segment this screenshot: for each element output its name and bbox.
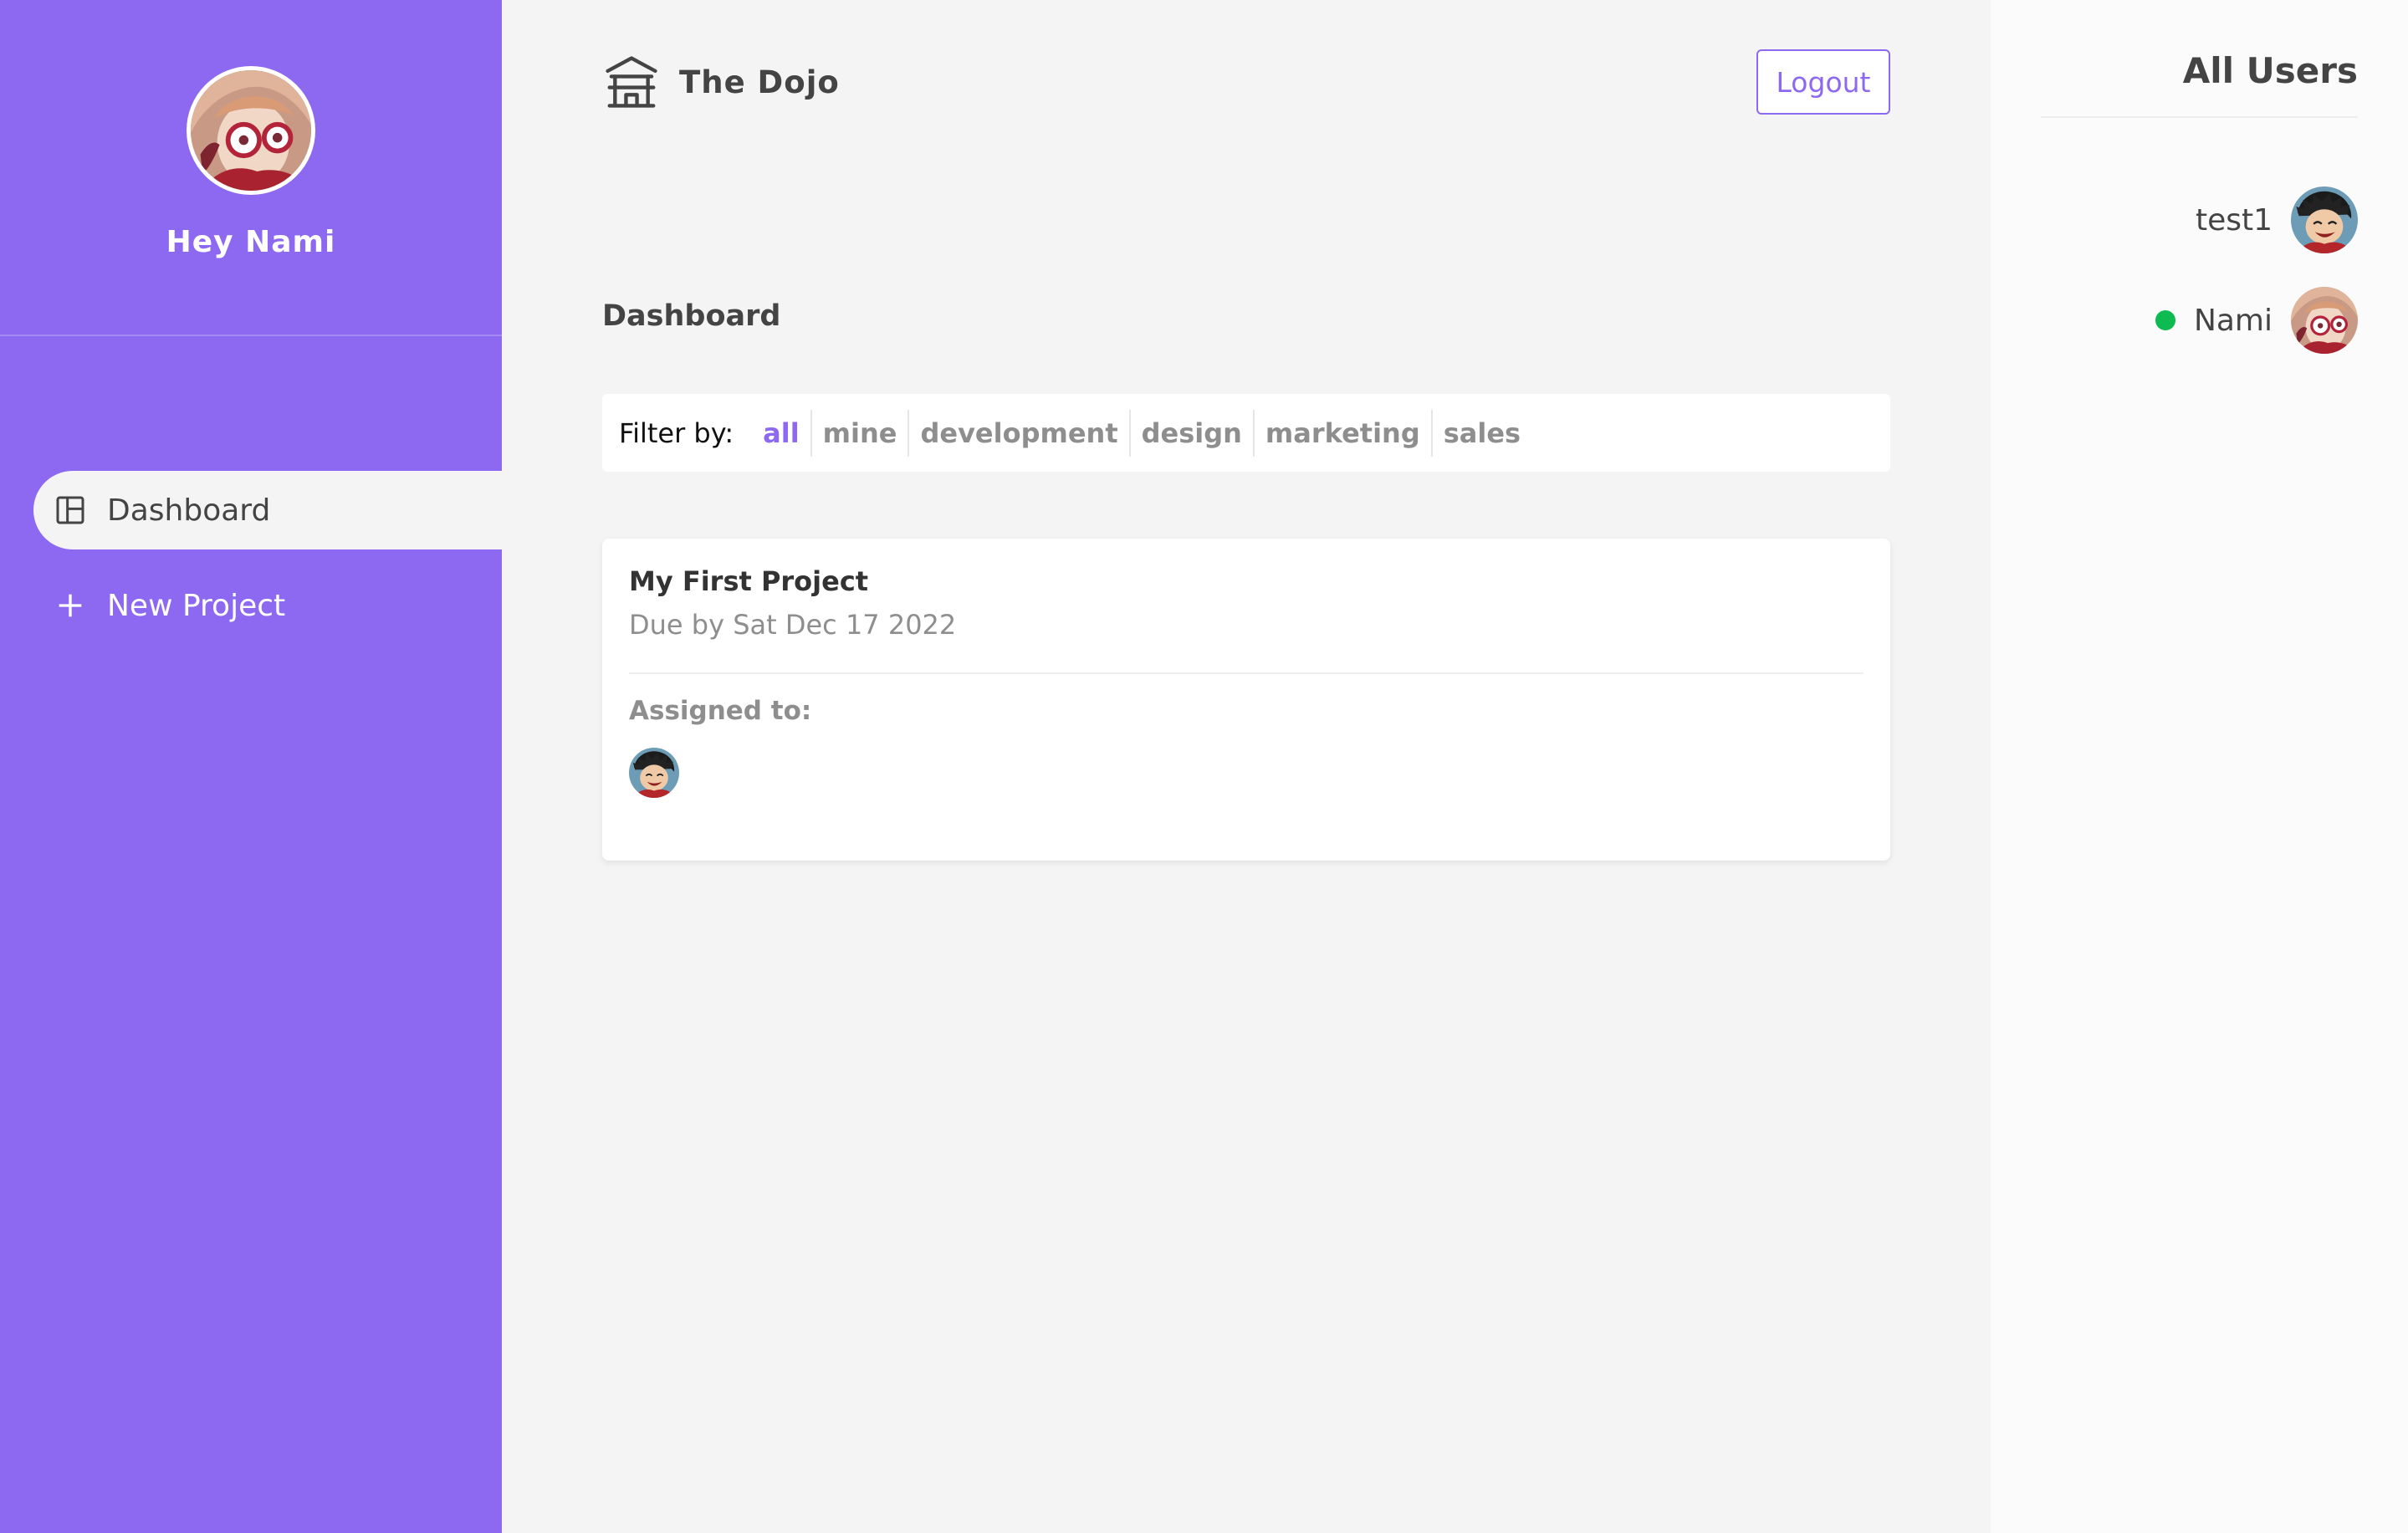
sidebar-nav: Dashboard New Project (0, 471, 502, 645)
assigned-label: Assigned to: (629, 696, 812, 726)
user-list-item: Nami (2155, 287, 2358, 354)
filter-option-sales[interactable]: sales (1433, 410, 1531, 457)
dashboard-icon (54, 493, 87, 527)
assignee-avatar (629, 748, 679, 798)
filter-option-design[interactable]: design (1131, 409, 1255, 457)
logout-button[interactable]: Logout (1756, 49, 1890, 115)
online-status-dot (2155, 310, 2175, 330)
project-due-date: Due by Sat Dec 17 2022 (629, 609, 957, 641)
filter-label: Filter by: (619, 416, 734, 449)
sidebar-item-new-project[interactable]: New Project (33, 566, 502, 645)
user-list-item: test1 (2196, 187, 2358, 253)
project-filter: Filter by: all mine development design m… (602, 394, 1890, 472)
filter-option-all[interactable]: all (752, 409, 812, 457)
filter-option-mine[interactable]: mine (812, 409, 910, 457)
user-avatar (2291, 287, 2358, 354)
main-content: The Dojo Logout Dashboard Filter by: all… (502, 0, 1991, 1533)
sidebar: Hey Nami Dashboard New Project (0, 0, 502, 1533)
sidebar-item-label: Dashboard (107, 493, 271, 528)
user-name: test1 (2195, 202, 2273, 238)
greeting-text: Hey Nami (166, 225, 336, 259)
app-root: Hey Nami Dashboard New Project The Dojo … (0, 0, 2408, 1533)
project-card[interactable]: My First Project Due by Sat Dec 17 2022 … (602, 539, 1890, 861)
sidebar-user: Hey Nami (0, 0, 502, 336)
user-avatar (2291, 187, 2358, 253)
filter-option-marketing[interactable]: marketing (1255, 409, 1433, 457)
page-title: Dashboard (602, 299, 781, 333)
project-title: My First Project (629, 565, 869, 597)
filter-option-development[interactable]: development (909, 409, 1131, 457)
user-list-panel: All Users test1 Nami (1991, 0, 2408, 1533)
temple-icon (602, 53, 661, 111)
user-list-title: All Users (2182, 50, 2358, 91)
brand-name: The Dojo (679, 64, 840, 100)
user-list-divider (2041, 116, 2358, 118)
brand: The Dojo (602, 53, 840, 111)
sidebar-item-dashboard[interactable]: Dashboard (33, 471, 502, 549)
user-name: Nami (2193, 303, 2273, 338)
sidebar-item-label: New Project (107, 588, 286, 623)
card-divider (629, 672, 1864, 674)
plus-icon (54, 589, 87, 622)
assignee-list (629, 748, 1864, 798)
user-avatar (187, 66, 315, 195)
navbar: The Dojo Logout (602, 49, 1890, 115)
